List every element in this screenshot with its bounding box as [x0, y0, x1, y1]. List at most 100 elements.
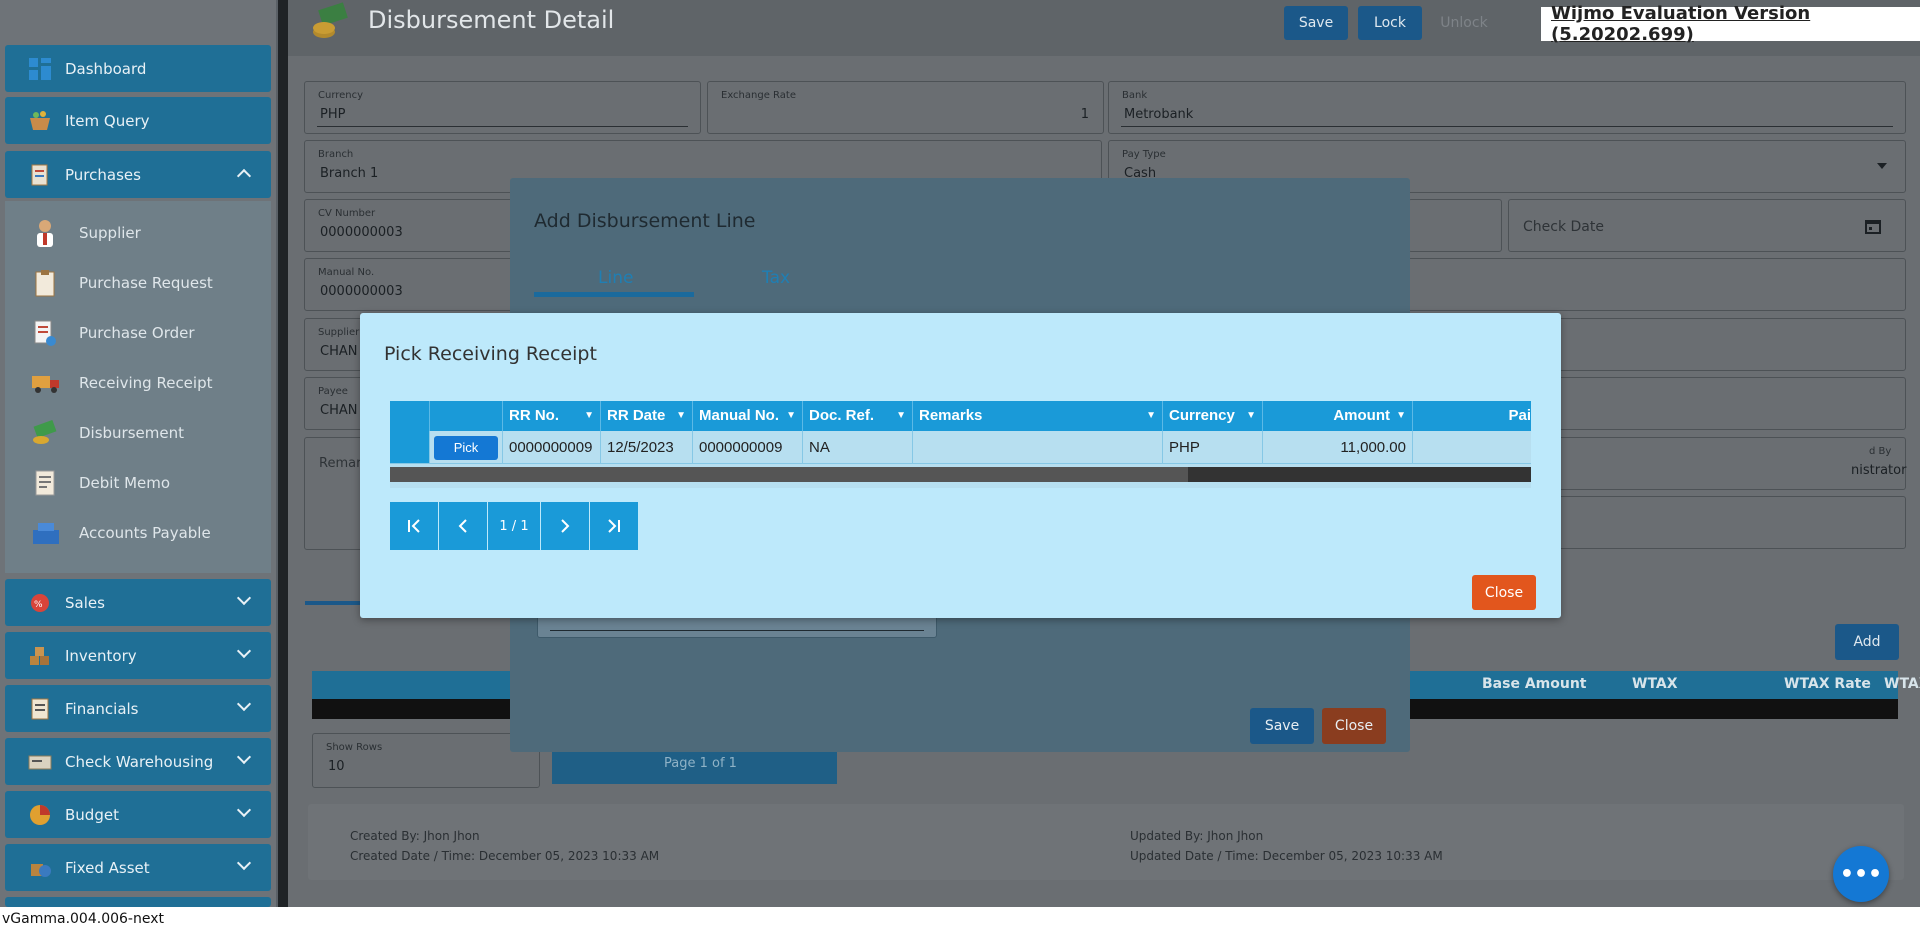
svg-text:%: %	[34, 600, 43, 610]
column-header-paid[interactable]: Pai	[1413, 401, 1531, 431]
first-page-button[interactable]	[390, 502, 438, 550]
lock-button[interactable]: Lock	[1358, 6, 1422, 40]
sidebar-item-purchase-request[interactable]: Purchase Request	[5, 260, 271, 306]
chevron-down-icon	[236, 749, 252, 765]
column-label: Doc. Ref.	[809, 407, 875, 424]
sidebar-item-debit-memo[interactable]: Debit Memo	[5, 460, 271, 506]
tab-tax[interactable]: Tax	[762, 268, 790, 288]
wijmo-evaluation-notice[interactable]: Wijmo Evaluation Version (5.20202.699)	[1541, 3, 1920, 45]
field-label: Payee	[318, 386, 348, 397]
asset-icon	[27, 855, 53, 881]
sidebar-item-accounts-payable[interactable]: Accounts Payable	[5, 510, 271, 556]
sidebar-item-budget[interactable]: Budget	[5, 791, 271, 838]
sidebar-item-financials[interactable]: Financials	[5, 685, 271, 732]
field-value: Metrobank	[1124, 107, 1194, 122]
chevron-right-icon	[561, 519, 570, 533]
column-header-rr-no[interactable]: RR No. ▼	[503, 401, 601, 431]
chat-button[interactable]: •••	[1833, 846, 1889, 902]
close-button[interactable]: Close	[1472, 575, 1536, 610]
remarks-cell[interactable]	[913, 431, 1163, 464]
rr-date-cell[interactable]: 12/5/2023	[601, 431, 693, 464]
field-label: Branch	[318, 149, 354, 160]
scrollbar-thumb[interactable]	[390, 467, 1188, 482]
filter-icon[interactable]: ▼	[1246, 401, 1256, 431]
chevron-down-icon	[236, 590, 252, 606]
horizontal-scrollbar[interactable]	[390, 467, 1531, 482]
field-label: Exchange Rate	[721, 90, 796, 101]
sidebar-item-fixed-asset[interactable]: Fixed Asset	[5, 844, 271, 891]
filter-icon[interactable]: ▼	[1396, 401, 1406, 431]
add-line-button[interactable]: Add	[1835, 624, 1899, 660]
field-value: 0000000003	[320, 225, 403, 240]
sidebar-item-purchases[interactable]: Purchases	[5, 151, 271, 198]
field-label: Show Rows	[326, 742, 383, 753]
field-value: PHP	[320, 107, 346, 122]
next-page-button[interactable]	[541, 502, 589, 550]
close-button[interactable]: Close	[1322, 708, 1386, 744]
checked-by-field[interactable]	[1558, 496, 1906, 549]
pick-button[interactable]: Pick	[434, 436, 498, 460]
check-date-field[interactable]: Check Date	[1508, 199, 1906, 252]
sidebar-item-more[interactable]	[5, 897, 271, 907]
filter-icon[interactable]: ▼	[1146, 401, 1156, 431]
column-header-amount[interactable]: Amount ▼	[1263, 401, 1413, 431]
sidebar-item-item-query[interactable]: Item Query	[5, 97, 271, 144]
modal-title: Pick Receiving Receipt	[384, 343, 597, 365]
sidebar-panel: Dashboard Item Query Purchases Supplier …	[0, 0, 276, 907]
paid-cell[interactable]	[1413, 431, 1531, 464]
pick-receiving-receipt-modal: Pick Receiving Receipt RR No. ▼ RR Date ▼ …	[360, 313, 1561, 618]
filter-icon[interactable]: ▼	[786, 401, 796, 431]
doc-ref-cell[interactable]: NA	[803, 431, 913, 464]
person-icon	[31, 218, 59, 248]
sidebar-item-dashboard[interactable]: Dashboard	[5, 45, 271, 92]
filter-icon[interactable]: ▼	[896, 401, 906, 431]
sidebar-item-inventory[interactable]: Inventory	[5, 632, 271, 679]
currency-field[interactable]: Currency PHP	[304, 81, 701, 134]
sidebar-item-disbursement[interactable]: Disbursement	[5, 410, 271, 456]
currency-cell[interactable]: PHP	[1163, 431, 1263, 464]
calendar-icon[interactable]	[1865, 218, 1881, 238]
tab-indicator	[534, 292, 694, 297]
order-icon	[31, 318, 59, 348]
last-page-button[interactable]	[590, 502, 638, 550]
row-header-cell	[390, 431, 430, 464]
purchases-submenu: Supplier Purchase Request Purchase Order…	[5, 201, 271, 573]
prepared-by-field[interactable]: d By nistrator	[1558, 437, 1906, 490]
exchange-rate-field[interactable]: Exchange Rate 1	[707, 81, 1104, 134]
field-value: nistrator	[1851, 463, 1907, 478]
check-number-field[interactable]	[1408, 199, 1502, 252]
column-label: Currency	[1169, 407, 1235, 424]
manual-no-cell[interactable]: 0000000009	[693, 431, 803, 464]
sidebar-item-check-warehousing[interactable]: Check Warehousing	[5, 738, 271, 785]
column-header-manual-no[interactable]: Manual No. ▼	[693, 401, 803, 431]
field-label: Remar	[319, 456, 362, 471]
rr-no-cell[interactable]: 0000000009	[503, 431, 601, 464]
sidebar-item-supplier[interactable]: Supplier	[5, 210, 271, 256]
column-header-doc-ref[interactable]: Doc. Ref. ▼	[803, 401, 913, 431]
receipt-grid: RR No. ▼ RR Date ▼ Manual No. ▼ Doc. Ref. ▼ …	[390, 401, 1531, 488]
sidebar-item-sales[interactable]: % Sales	[5, 579, 271, 626]
save-button[interactable]: Save	[1284, 6, 1348, 40]
unlock-button[interactable]: Unlock	[1432, 6, 1496, 40]
column-header-currency[interactable]: Currency ▼	[1163, 401, 1263, 431]
previous-page-button[interactable]	[439, 502, 487, 550]
amount-cell[interactable]: 11,000.00	[1263, 431, 1413, 464]
field-value: CHAN	[320, 344, 358, 359]
column-header-rr-date[interactable]: RR Date ▼	[601, 401, 693, 431]
sidebar-item-receiving-receipt[interactable]: Receiving Receipt	[5, 360, 271, 406]
column-header: WTAX	[1884, 676, 1920, 692]
bank-field[interactable]: Bank Metrobank	[1108, 81, 1906, 134]
field-label: CV Number	[318, 208, 376, 219]
save-button[interactable]: Save	[1250, 708, 1314, 744]
filter-icon[interactable]: ▼	[676, 401, 686, 431]
basket-icon	[27, 108, 53, 134]
pie-icon	[27, 802, 53, 828]
sidebar-item-purchase-order[interactable]: Purchase Order	[5, 310, 271, 356]
sub-item-label: Supplier	[79, 224, 141, 242]
show-rows-select[interactable]: Show Rows 10	[312, 733, 540, 788]
tab-line[interactable]: Line	[598, 268, 633, 288]
filter-icon[interactable]: ▼	[584, 401, 594, 431]
column-label: Manual No.	[699, 407, 780, 424]
column-header-remarks[interactable]: Remarks ▼	[913, 401, 1163, 431]
table-row[interactable]: Pick 0000000009 12/5/2023 0000000009 NA …	[390, 431, 1531, 464]
